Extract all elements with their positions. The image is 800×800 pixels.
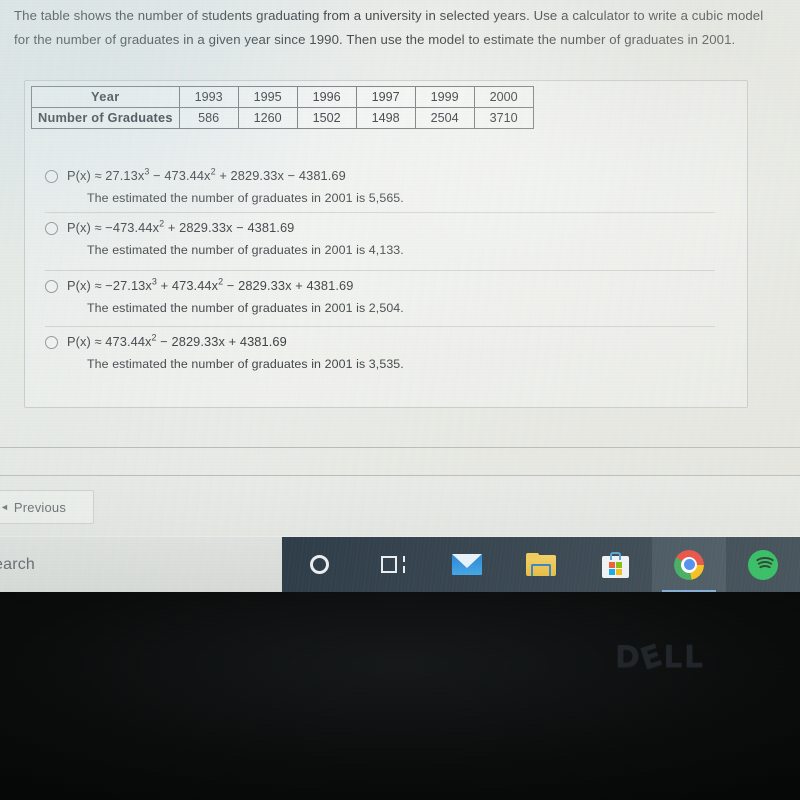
page-divider-lower — [0, 475, 800, 476]
table-row-header-year: Year — [31, 86, 180, 108]
answer-option-c[interactable]: P(x) ≈ −27.13x3 + 473.44x2 − 2829.33x + … — [45, 270, 715, 316]
table-cell-year: 1999 — [414, 86, 475, 108]
cortana-circle-glyph — [309, 555, 329, 574]
radio-button-option-c[interactable] — [45, 280, 58, 293]
spotify-glyph — [748, 549, 778, 580]
table-cell-year: 1997 — [355, 86, 416, 108]
answer-option-b[interactable]: P(x) ≈ −473.44x2 + 2829.33x − 4381.69 Th… — [45, 212, 715, 258]
folder-glyph — [526, 553, 556, 576]
table-cell-graduates: 1260 — [237, 107, 298, 129]
task-view-icon[interactable] — [356, 537, 430, 592]
table-row-header-graduates: Number of Graduates — [31, 107, 180, 129]
option-divider — [45, 270, 715, 271]
taskbar-search-input[interactable]: earch — [0, 537, 282, 592]
photograph-of-laptop-screen: The table shows the number of students g… — [0, 0, 800, 800]
navigation-bar — [0, 476, 800, 536]
file-explorer-icon[interactable] — [504, 537, 578, 592]
option-b-estimate: The estimated the number of graduates in… — [87, 243, 404, 257]
option-a-estimate: The estimated the number of graduates in… — [87, 191, 404, 205]
chrome-glyph — [674, 549, 704, 580]
table-row-year: Year 1993 1995 1996 1997 1999 2000 — [31, 86, 534, 108]
microsoft-store-icon[interactable] — [578, 537, 652, 592]
cortana-icon[interactable] — [282, 537, 356, 592]
option-divider — [45, 212, 715, 213]
table-cell-graduates: 1502 — [296, 107, 357, 129]
spotify-icon[interactable] — [726, 537, 800, 592]
answer-option-a[interactable]: P(x) ≈ 27.13x3 − 473.44x2 + 2829.33x − 4… — [45, 160, 715, 206]
question-prompt-text: The table shows the number of students g… — [14, 8, 764, 47]
browser-page-content: The table shows the number of students g… — [0, 0, 800, 476]
option-c-formula: P(x) ≈ −27.13x3 + 473.44x2 − 2829.33x + … — [67, 276, 354, 293]
option-divider — [45, 326, 715, 327]
radio-button-option-b[interactable] — [45, 222, 58, 235]
table-row-graduates: Number of Graduates 586 1260 1502 1498 2… — [31, 107, 534, 129]
previous-button[interactable]: ◄ Previous — [0, 490, 94, 524]
store-bag-glyph — [601, 551, 629, 578]
laptop-screen: The table shows the number of students g… — [0, 0, 800, 592]
table-cell-graduates: 586 — [178, 107, 239, 129]
graduates-data-table: Year 1993 1995 1996 1997 1999 2000 Numbe… — [31, 86, 534, 129]
windows-taskbar: earch — [0, 537, 800, 592]
taskbar-icon-tray — [282, 537, 800, 592]
table-cell-year: 1995 — [237, 86, 298, 108]
table-cell-graduates: 1498 — [355, 107, 416, 129]
option-d-formula: P(x) ≈ 473.44x2 − 2829.33x + 4381.69 — [67, 332, 287, 349]
dell-brand-logo: DELL — [615, 637, 705, 678]
table-cell-year: 1993 — [178, 86, 239, 108]
radio-button-option-d[interactable] — [45, 336, 58, 349]
table-cell-graduates: 3710 — [473, 107, 534, 129]
previous-button-label: Previous — [13, 499, 67, 515]
radio-button-option-a[interactable] — [45, 170, 58, 183]
table-cell-year: 2000 — [473, 86, 534, 108]
task-view-glyph — [381, 555, 405, 575]
option-d-estimate: The estimated the number of graduates in… — [87, 357, 404, 371]
answer-option-d[interactable]: P(x) ≈ 473.44x2 − 2829.33x + 4381.69 The… — [45, 326, 715, 372]
chrome-icon[interactable] — [652, 537, 726, 592]
option-b-formula: P(x) ≈ −473.44x2 + 2829.33x − 4381.69 — [67, 218, 295, 235]
mail-envelope-glyph — [452, 554, 482, 575]
chevron-left-icon: ◄ — [0, 501, 9, 512]
option-c-estimate: The estimated the number of graduates in… — [87, 301, 404, 315]
table-cell-year: 1996 — [296, 86, 357, 108]
option-a-formula: P(x) ≈ 27.13x3 − 473.44x2 + 2829.33x − 4… — [67, 166, 346, 183]
mail-icon[interactable] — [430, 537, 504, 592]
search-placeholder-text: earch — [0, 555, 36, 573]
laptop-bezel — [0, 592, 800, 800]
page-divider-upper — [0, 447, 800, 448]
table-cell-graduates: 2504 — [414, 107, 475, 129]
bezel-texture — [0, 592, 800, 800]
